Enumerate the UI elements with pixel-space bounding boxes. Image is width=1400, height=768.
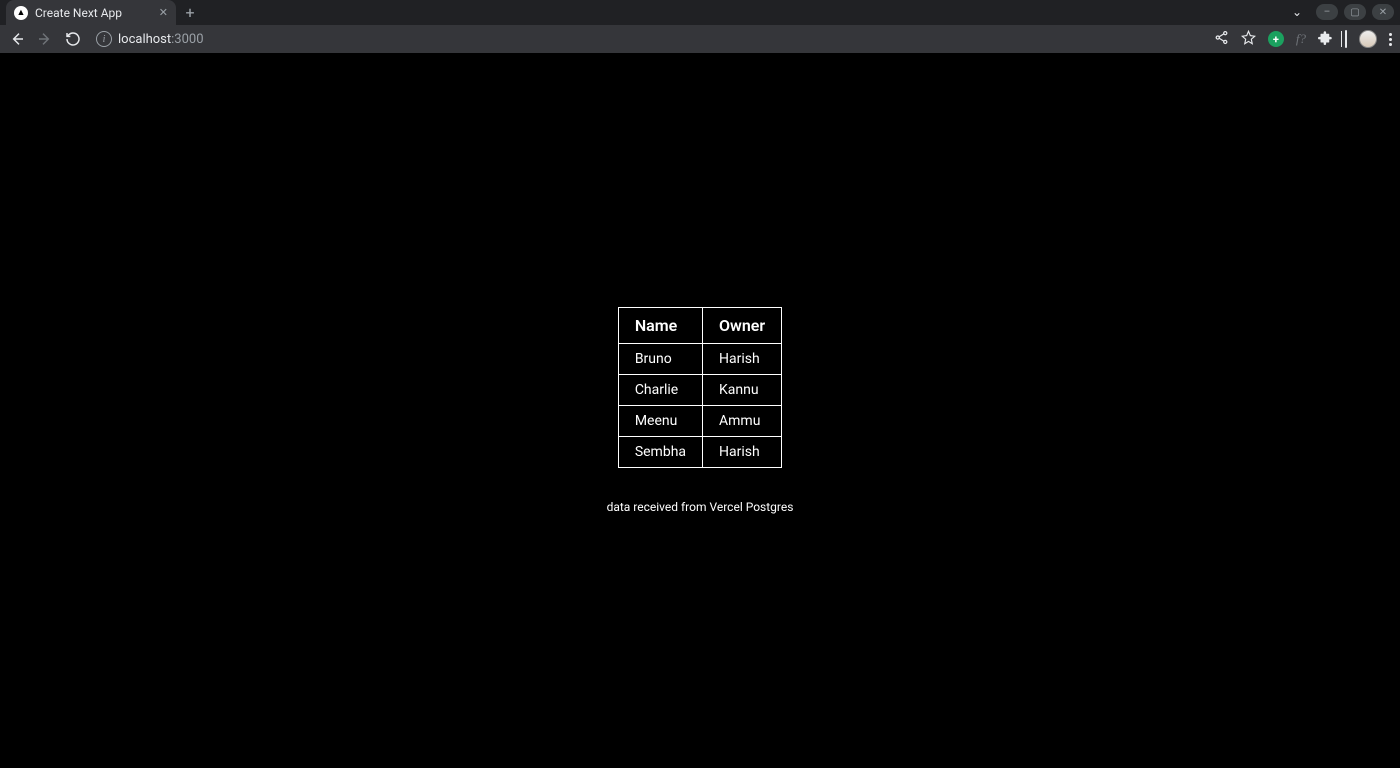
puzzle-icon xyxy=(1318,30,1333,45)
cell-name: Sembha xyxy=(618,437,702,468)
forward-button[interactable] xyxy=(36,31,54,47)
back-button[interactable] xyxy=(8,31,26,47)
reload-icon xyxy=(65,31,81,47)
page-viewport: Name Owner Bruno Harish Charlie Kannu Me… xyxy=(0,53,1400,768)
data-table: Name Owner Bruno Harish Charlie Kannu Me… xyxy=(618,307,782,468)
table-header-row: Name Owner xyxy=(618,308,781,344)
table-row: Bruno Harish xyxy=(618,344,781,375)
extensions-button[interactable] xyxy=(1318,30,1333,49)
cell-name: Charlie xyxy=(618,375,702,406)
table-row: Charlie Kannu xyxy=(618,375,781,406)
table-row: Meenu Ammu xyxy=(618,406,781,437)
new-tab-button[interactable]: + xyxy=(176,0,204,25)
site-favicon-icon: ▲ xyxy=(14,6,28,20)
star-icon xyxy=(1241,30,1256,45)
minimize-button[interactable]: – xyxy=(1316,4,1338,20)
url-port: :3000 xyxy=(171,32,203,47)
panel-icon xyxy=(1345,30,1347,48)
extension-font-icon[interactable]: f? xyxy=(1296,31,1306,47)
toolbar-right: + f? xyxy=(1214,30,1392,49)
maximize-button[interactable]: ▢ xyxy=(1344,4,1366,20)
browser-tab-active[interactable]: ▲ Create Next App ✕ xyxy=(6,0,176,25)
reload-button[interactable] xyxy=(64,31,82,47)
browser-toolbar: i localhost:3000 + f? xyxy=(0,25,1400,53)
url-text: localhost:3000 xyxy=(118,32,204,47)
cell-owner: Harish xyxy=(703,437,782,468)
cell-owner: Harish xyxy=(703,344,782,375)
arrow-left-icon xyxy=(9,31,25,47)
col-header-owner: Owner xyxy=(703,308,782,344)
share-button[interactable] xyxy=(1214,30,1229,49)
tabs-dropdown-icon[interactable]: ⌄ xyxy=(1292,5,1302,19)
bookmark-button[interactable] xyxy=(1241,30,1256,49)
table-row: Sembha Harish xyxy=(618,437,781,468)
browser-menu-button[interactable] xyxy=(1389,33,1392,46)
data-source-caption: data received from Vercel Postgres xyxy=(607,500,794,514)
site-info-icon[interactable]: i xyxy=(96,31,112,47)
extension-badge-icon[interactable]: + xyxy=(1268,31,1284,47)
url-host: localhost xyxy=(118,32,171,47)
tab-bar: ▲ Create Next App ✕ + ⌄ – ▢ ✕ xyxy=(0,0,1400,25)
address-bar[interactable]: i localhost:3000 xyxy=(92,31,1204,47)
col-header-name: Name xyxy=(618,308,702,344)
window-controls: ⌄ – ▢ ✕ xyxy=(1292,4,1394,20)
browser-chrome: ▲ Create Next App ✕ + ⌄ – ▢ ✕ i localhos… xyxy=(0,0,1400,53)
cell-owner: Kannu xyxy=(703,375,782,406)
tab-close-icon[interactable]: ✕ xyxy=(159,6,168,19)
cell-owner: Ammu xyxy=(703,406,782,437)
cell-name: Meenu xyxy=(618,406,702,437)
profile-avatar[interactable] xyxy=(1359,30,1377,48)
side-panel-button[interactable] xyxy=(1345,31,1347,47)
cell-name: Bruno xyxy=(618,344,702,375)
window-close-button[interactable]: ✕ xyxy=(1372,4,1394,20)
arrow-right-icon xyxy=(37,31,53,47)
tab-title: Create Next App xyxy=(35,6,152,20)
share-icon xyxy=(1214,30,1229,45)
